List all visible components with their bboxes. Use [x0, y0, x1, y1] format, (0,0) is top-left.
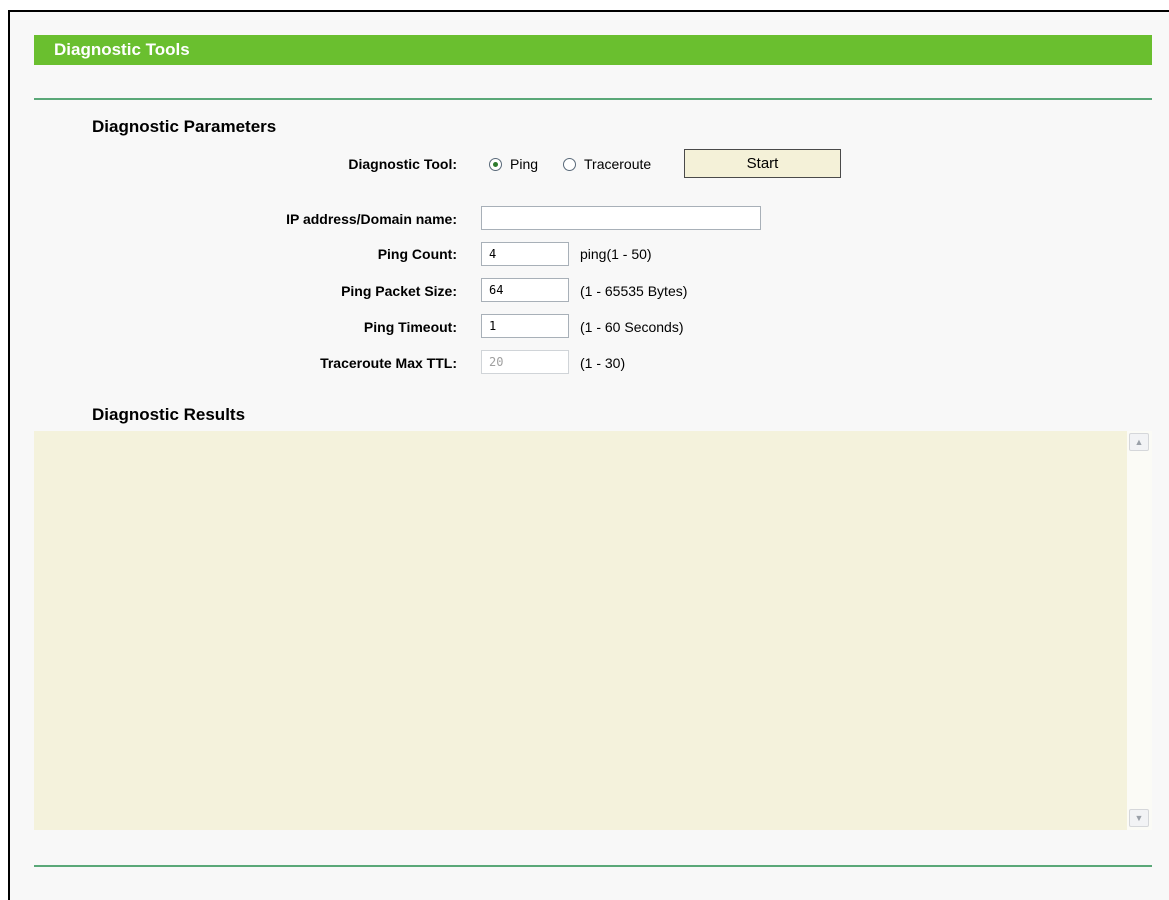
ping-timeout-hint: (1 - 60 Seconds): [580, 319, 684, 335]
max-ttl-hint: (1 - 30): [580, 355, 626, 371]
radio-traceroute[interactable]: [563, 158, 576, 171]
diagnostic-tool-label: Diagnostic Tool:: [348, 156, 457, 172]
ping-count-label: Ping Count:: [377, 246, 457, 262]
radio-traceroute-label[interactable]: Traceroute: [584, 155, 651, 173]
scroll-down-arrow-icon[interactable]: ▼: [1129, 809, 1149, 827]
bottom-divider: [34, 865, 1152, 867]
results-heading: Diagnostic Results: [92, 405, 246, 424]
title-bar: [34, 35, 1152, 65]
top-divider: [34, 98, 1152, 100]
packet-size-input[interactable]: [481, 278, 569, 302]
packet-size-hint: (1 - 65535 Bytes): [580, 283, 688, 299]
ping-count-input[interactable]: [481, 242, 569, 266]
results-scrollbar[interactable]: [1127, 431, 1152, 830]
radio-ping[interactable]: [489, 158, 502, 171]
start-button[interactable]: Start: [684, 149, 841, 178]
ping-timeout-input[interactable]: [481, 314, 569, 338]
ping-timeout-label: Ping Timeout:: [363, 319, 457, 335]
max-ttl-label: Traceroute Max TTL:: [320, 355, 457, 371]
ping-count-hint: ping(1 - 50): [580, 246, 652, 262]
ip-address-input[interactable]: [481, 206, 761, 230]
results-textarea[interactable]: [34, 431, 1127, 830]
page-title: Diagnostic Tools: [54, 40, 190, 59]
packet-size-label: Ping Packet Size:: [341, 283, 457, 299]
max-ttl-input: [481, 350, 569, 374]
parameters-heading: Diagnostic Parameters: [92, 117, 277, 136]
radio-ping-label[interactable]: Ping: [510, 155, 538, 173]
ip-address-label: IP address/Domain name:: [286, 211, 457, 227]
radio-selected-dot: [493, 162, 498, 167]
scroll-up-arrow-icon[interactable]: ▲: [1129, 433, 1149, 451]
